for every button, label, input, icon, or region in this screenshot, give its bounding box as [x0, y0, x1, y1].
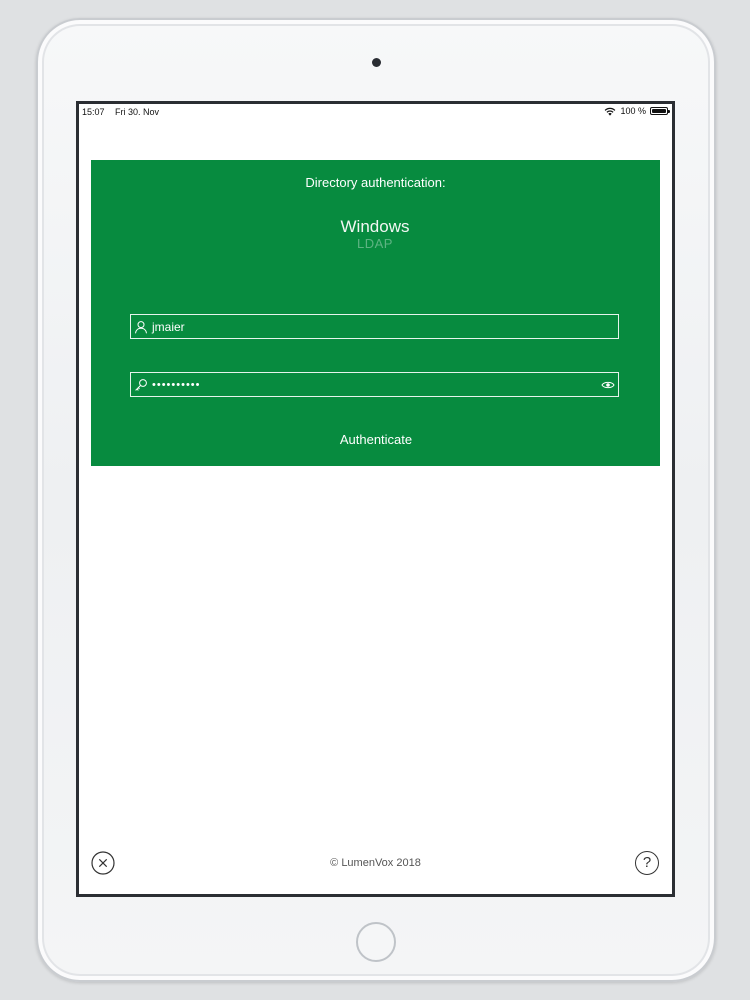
- auth-heading: Directory authentication:: [305, 175, 446, 190]
- user-icon: [135, 320, 147, 333]
- battery-fill: [652, 109, 666, 113]
- screen: 15:07 Fri 30. Nov 100 % Directory authen…: [76, 101, 675, 897]
- battery-icon: [650, 107, 670, 115]
- wifi-icon: [605, 107, 616, 116]
- status-time: 15:07: [82, 107, 105, 117]
- authenticate-button[interactable]: Authenticate: [316, 432, 436, 452]
- auth-panel: Directory authentication: Windows LDAP j…: [91, 160, 660, 466]
- help-button[interactable]: ?: [635, 851, 659, 875]
- front-camera: [372, 58, 381, 67]
- status-right: 100 %: [604, 106, 670, 116]
- username-value: jmaier: [152, 319, 185, 334]
- battery-percentage: 100 %: [620, 106, 646, 116]
- password-value: ••••••••••: [152, 378, 201, 391]
- directory-option-windows[interactable]: Windows: [275, 216, 475, 238]
- footer: © LumenVox 2018 ?: [79, 838, 672, 894]
- directory-option-ldap[interactable]: LDAP: [275, 237, 475, 250]
- status-left: 15:07 Fri 30. Nov: [82, 107, 159, 117]
- status-bar: 15:07 Fri 30. Nov 100 %: [79, 104, 672, 120]
- status-date: Fri 30. Nov: [115, 107, 160, 117]
- key-icon: [135, 378, 147, 391]
- password-field[interactable]: ••••••••••: [130, 372, 619, 397]
- eye-icon[interactable]: [601, 380, 615, 390]
- directory-picker[interactable]: Windows LDAP: [275, 216, 475, 258]
- username-field[interactable]: jmaier: [130, 314, 619, 339]
- copyright-text: © LumenVox 2018: [330, 857, 421, 869]
- home-button[interactable]: [356, 922, 396, 962]
